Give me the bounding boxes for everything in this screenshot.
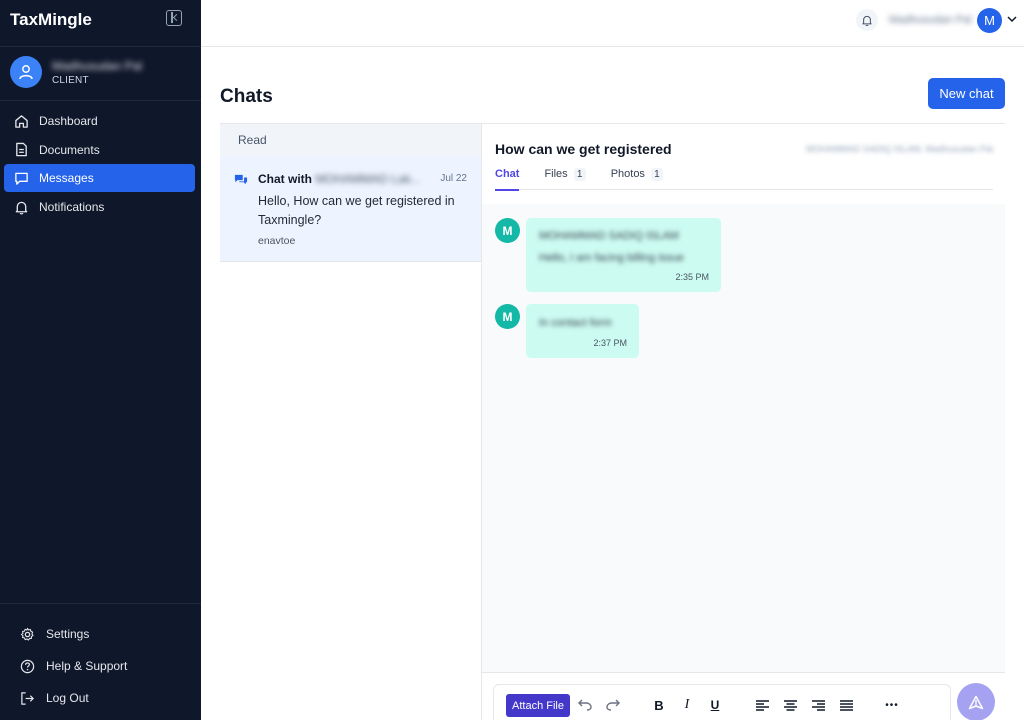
divider	[0, 603, 201, 604]
chat-item-tag: enavtoe	[258, 235, 296, 247]
tab-photos[interactable]: Photos 1	[611, 168, 663, 190]
help-label: Help & Support	[46, 659, 128, 673]
message-time: 2:35 PM	[675, 272, 709, 282]
align-right-button[interactable]	[807, 694, 829, 716]
chat-tabs: Chat Files 1 Photos 1	[495, 168, 993, 191]
divider	[0, 46, 201, 47]
home-icon	[15, 114, 28, 128]
chat-list: Read Chat with MOHAMMAD Lak... Jul 22 He…	[220, 123, 482, 720]
tab-count-badge: 1	[573, 168, 586, 181]
user-card: Madhusudan Pal CLIENT	[10, 56, 195, 88]
tab-label: Files	[544, 168, 568, 180]
help-icon	[20, 659, 35, 673]
avatar: M	[495, 218, 520, 243]
chat-icon	[15, 172, 28, 185]
settings-label: Settings	[46, 627, 90, 641]
message-text: Hello, I am facing billing issue	[539, 252, 684, 264]
sidebar: TaxMingle Madhusudan Pal CLIENT Dashboar…	[0, 0, 201, 720]
chat-participants: MOHAMMAD SADIQ ISLAM, Madhusudan Pal	[805, 144, 993, 154]
gear-icon	[20, 627, 34, 641]
chat-header: How can we get registered MOHAMMAD SADIQ…	[482, 124, 1005, 204]
sidebar-item-documents[interactable]: Documents	[4, 136, 195, 164]
tab-files[interactable]: Files 1	[544, 168, 586, 190]
redo-button[interactable]	[602, 694, 624, 716]
document-icon	[16, 142, 27, 157]
sidebar-item-logout[interactable]: Log Out	[20, 682, 190, 714]
chat-item-preview: Hello, How can we get registered in Taxm…	[258, 194, 455, 227]
undo-icon	[578, 699, 592, 711]
sidebar-item-messages[interactable]: Messages	[4, 164, 195, 193]
user-menu-avatar[interactable]: M	[977, 8, 1002, 33]
message: M MOHAMMAD SADIQ ISLAM Hello, I am facin…	[495, 218, 735, 292]
avatar	[10, 56, 42, 88]
conversation-icon	[234, 174, 248, 185]
message-text: In contact form	[539, 317, 612, 329]
message-time: 2:37 PM	[593, 338, 627, 348]
tab-chat[interactable]: Chat	[495, 168, 520, 191]
avatar: M	[495, 304, 520, 329]
page-title: Chats	[220, 86, 273, 107]
sidebar-item-label: Notifications	[39, 200, 105, 215]
italic-button[interactable]: I	[676, 694, 698, 716]
user-icon	[19, 65, 33, 80]
user-role: CLIENT	[52, 75, 89, 86]
notifications-button[interactable]	[856, 9, 878, 31]
bottom-nav: Settings Help & Support Log Out	[20, 618, 190, 714]
chevron-down-icon[interactable]	[1007, 16, 1017, 23]
tab-label: Photos	[610, 168, 645, 180]
send-icon	[968, 695, 984, 709]
sidebar-item-settings[interactable]: Settings	[20, 618, 190, 650]
chat-detail: How can we get registered MOHAMMAD SADIQ…	[482, 123, 1005, 720]
bell-icon	[862, 15, 872, 26]
chat-list-section-header: Read	[220, 124, 481, 156]
send-button[interactable]	[957, 683, 995, 720]
message-text: MOHAMMAD SADIQ ISLAM	[539, 230, 679, 242]
sidebar-item-notifications[interactable]: Notifications	[4, 193, 195, 221]
message: M In contact form 2:37 PM	[495, 304, 655, 358]
logout-label: Log Out	[46, 691, 89, 705]
align-justify-button[interactable]	[835, 694, 857, 716]
underline-button[interactable]: U	[704, 694, 726, 716]
sidebar-item-label: Messages	[39, 171, 94, 186]
message-bubble: In contact form 2:37 PM	[526, 304, 639, 358]
align-left-icon	[755, 699, 769, 711]
chat-item-participant: MOHAMMAD Lak...	[315, 172, 421, 186]
message-bubble: MOHAMMAD SADIQ ISLAM Hello, I am facing …	[526, 218, 721, 292]
align-center-icon	[783, 699, 797, 711]
undo-button[interactable]	[574, 694, 596, 716]
tab-label: Chat	[495, 168, 520, 180]
align-center-button[interactable]	[779, 694, 801, 716]
main-nav: Dashboard Documents Messages Notificatio…	[4, 107, 195, 222]
editor-toolbar: Attach File B I U •••	[493, 684, 951, 720]
sidebar-item-label: Documents	[39, 142, 100, 157]
align-right-icon	[811, 699, 825, 711]
chat-item-date: Jul 22	[440, 173, 467, 184]
chat-item-title-prefix: Chat with	[258, 172, 312, 186]
logout-icon	[21, 691, 34, 705]
bold-button[interactable]: B	[648, 694, 670, 716]
list-item[interactable]: Chat with MOHAMMAD Lak... Jul 22 Hello, …	[220, 156, 481, 262]
divider	[0, 100, 201, 101]
bell-icon	[15, 201, 28, 214]
brand-logo: TaxMingle	[10, 10, 92, 29]
redo-icon	[606, 699, 620, 711]
tab-count-badge: 1	[650, 168, 663, 181]
attach-file-button[interactable]: Attach File	[506, 694, 570, 717]
sidebar-collapse-icon[interactable]	[166, 10, 182, 26]
sidebar-item-dashboard[interactable]: Dashboard	[4, 107, 195, 135]
sidebar-item-help[interactable]: Help & Support	[20, 650, 190, 682]
chat-title: How can we get registered	[495, 141, 672, 157]
topbar: Madhusudan Pal M	[201, 0, 1024, 47]
align-left-button[interactable]	[751, 694, 773, 716]
more-options-button[interactable]: •••	[881, 694, 903, 716]
topbar-username: Madhusudan Pal	[889, 14, 972, 26]
message-thread: M MOHAMMAD SADIQ ISLAM Hello, I am facin…	[482, 204, 1005, 672]
user-name: Madhusudan Pal	[52, 59, 143, 73]
sidebar-item-label: Dashboard	[39, 114, 98, 128]
align-justify-icon	[839, 699, 853, 711]
new-chat-button[interactable]: New chat	[928, 78, 1005, 109]
chat-item-title: Chat with MOHAMMAD Lak...	[258, 172, 421, 186]
message-composer: Attach File B I U •••	[482, 672, 1005, 720]
